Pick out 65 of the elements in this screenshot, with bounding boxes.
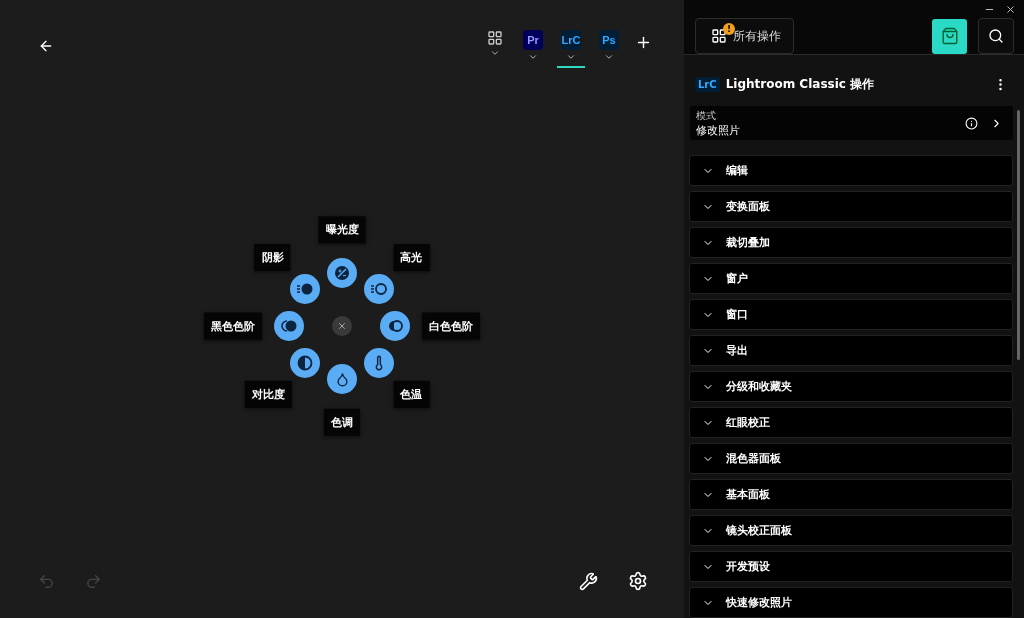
app-tab[interactable]: Pr xyxy=(519,24,547,68)
section-row[interactable]: 窗户 xyxy=(689,263,1013,294)
search-button[interactable] xyxy=(978,18,1014,54)
search-icon xyxy=(988,28,1004,44)
action-label: 黑色色阶 xyxy=(204,312,262,340)
droplet-icon xyxy=(334,371,350,387)
blacks-icon xyxy=(280,319,298,333)
section-row[interactable]: 窗口 xyxy=(689,299,1013,330)
radial-action-button[interactable] xyxy=(364,348,395,379)
caret-icon xyxy=(528,52,538,62)
radial-action-button[interactable] xyxy=(364,273,395,304)
radial-action-button[interactable] xyxy=(380,311,410,341)
scrollbar[interactable] xyxy=(1017,110,1020,360)
app-logo-text: Pr xyxy=(527,34,539,46)
action-label: 阴影 xyxy=(254,244,291,272)
exposure-icon xyxy=(334,265,350,281)
app-logo-text: Ps xyxy=(602,34,616,46)
mode-selector[interactable]: 模式 修改照片 xyxy=(690,106,1013,140)
app-tab[interactable]: Ps xyxy=(595,24,623,68)
store-button[interactable] xyxy=(932,18,967,54)
bag-icon xyxy=(940,27,959,45)
caret-icon xyxy=(490,48,500,58)
all-actions-button[interactable]: ! 所有操作 xyxy=(695,18,794,54)
info-icon[interactable] xyxy=(965,116,978,130)
radial-action-button[interactable] xyxy=(327,364,357,394)
alert-badge: ! xyxy=(723,23,735,35)
section-row[interactable]: 导出 xyxy=(689,335,1013,366)
action-label: 曝光度 xyxy=(318,216,366,244)
radial-action-button[interactable] xyxy=(274,311,304,341)
close-icon[interactable] xyxy=(1005,4,1016,15)
mode-value: 修改照片 xyxy=(696,122,741,138)
all-actions-label: 所有操作 xyxy=(733,27,781,45)
app-tab[interactable]: LrC xyxy=(557,24,585,68)
radial-action-button[interactable] xyxy=(289,273,320,304)
highlights-icon xyxy=(370,281,389,296)
caret-icon xyxy=(604,52,614,62)
section-row[interactable]: 快速修改照片 xyxy=(689,587,1013,618)
section-row[interactable]: 变换面板 xyxy=(689,191,1013,222)
action-label: 色温 xyxy=(393,380,430,408)
action-label: 白色色阶 xyxy=(422,312,480,340)
section-row[interactable]: 裁切叠加 xyxy=(689,227,1013,258)
radial-action-button[interactable] xyxy=(327,258,357,288)
app-logo-text: LrC xyxy=(561,34,581,46)
section-row[interactable]: 基本面板 xyxy=(689,479,1013,510)
action-label: 色调 xyxy=(324,408,360,436)
radial-action-button[interactable] xyxy=(289,348,320,379)
panel-title: Lightroom Classic 操作 xyxy=(725,76,875,93)
action-label: 高光 xyxy=(393,244,430,272)
app-badge: LrC xyxy=(695,77,720,92)
section-row[interactable]: 分级和收藏夹 xyxy=(689,371,1013,402)
contrast-icon xyxy=(296,355,313,372)
mode-caption: 模式 xyxy=(696,108,717,123)
close-icon xyxy=(337,321,347,331)
grid-icon xyxy=(711,28,727,44)
grid-icon xyxy=(487,30,503,46)
action-label: 对比度 xyxy=(245,380,293,408)
close-button[interactable] xyxy=(332,316,352,336)
section-row[interactable]: 编辑 xyxy=(689,155,1013,186)
section-row[interactable]: 开发预设 xyxy=(689,551,1013,582)
shadows-icon xyxy=(295,281,314,296)
section-row[interactable]: 镜头校正面板 xyxy=(689,515,1013,546)
section-row[interactable]: 混色器面板 xyxy=(689,443,1013,474)
whites-icon xyxy=(386,319,404,333)
section-row[interactable]: 红眼校正 xyxy=(689,407,1013,438)
caret-icon xyxy=(566,52,576,62)
